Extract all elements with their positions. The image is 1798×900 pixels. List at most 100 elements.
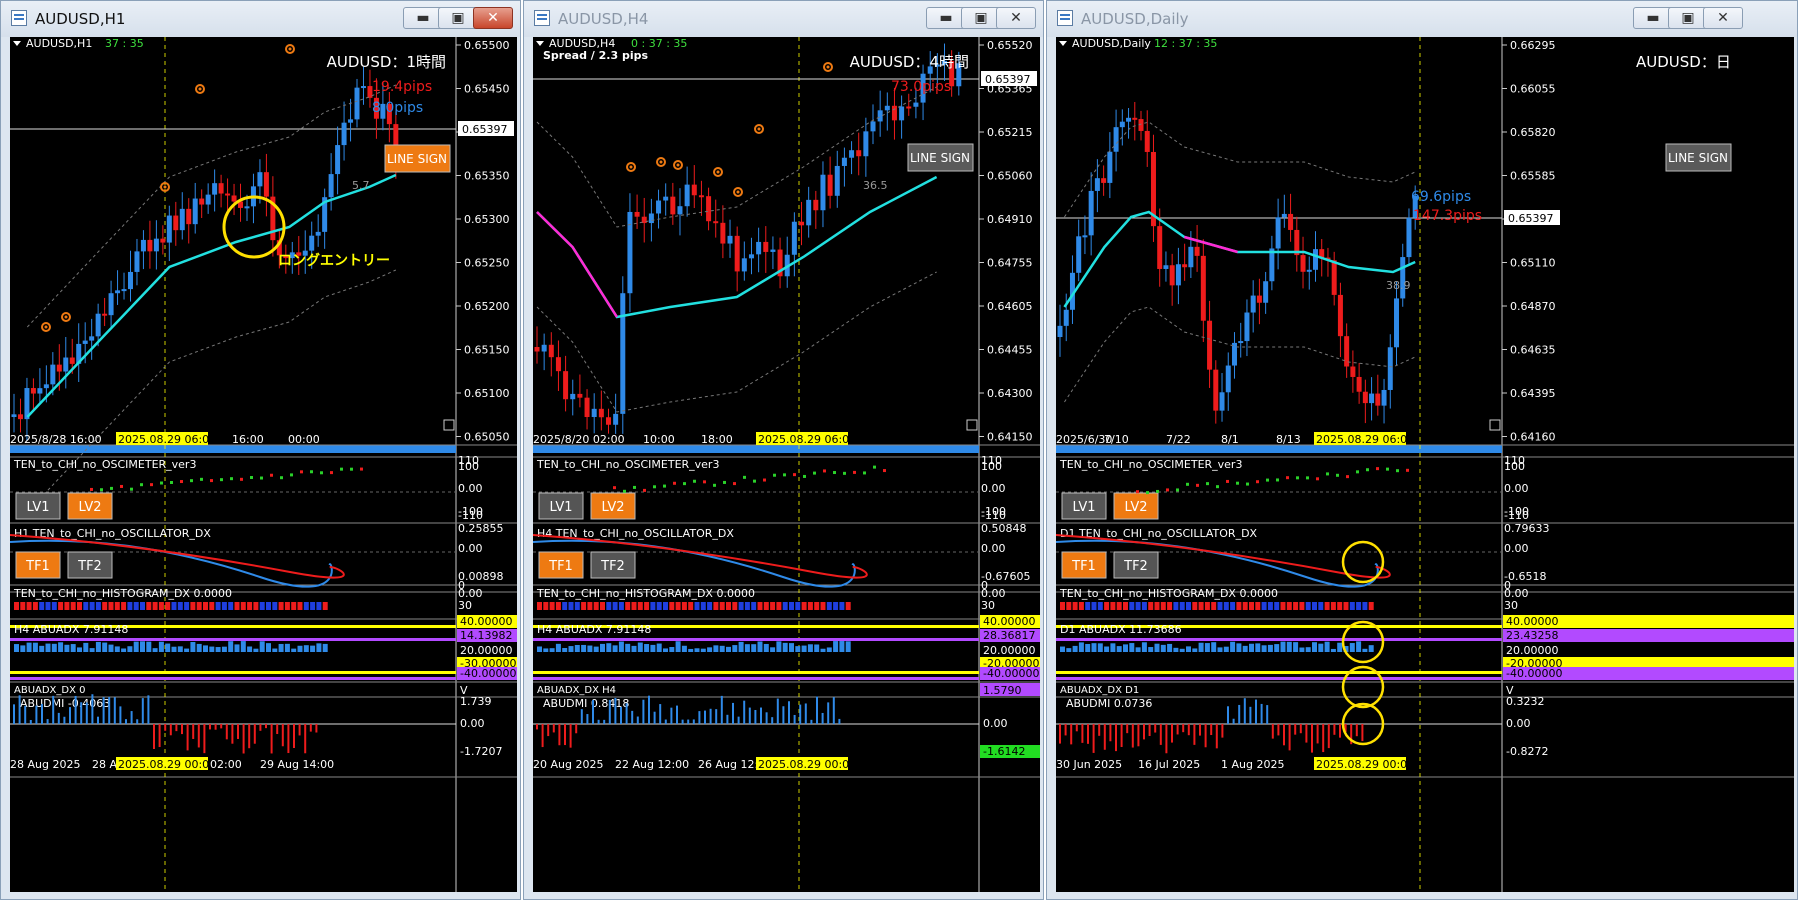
adx-bar: [555, 643, 561, 652]
adx-bar: [1116, 646, 1122, 652]
chart-menu-triangle-icon[interactable]: [13, 41, 21, 46]
maximize-button[interactable]: ▣: [961, 7, 1001, 29]
adx-bar: [1160, 644, 1166, 652]
pips-red-label: 19.4pips: [372, 79, 432, 95]
candle-body: [648, 213, 654, 224]
price-tick-label: 0.64870: [1510, 300, 1556, 313]
chart-area[interactable]: 0.662950.660550.658200.655850.653450.651…: [1056, 37, 1794, 892]
minimize-button[interactable]: ▬: [926, 7, 966, 29]
window-titlebar[interactable]: AUDUSD,Daily ▬ ▣ ✕: [1047, 1, 1797, 37]
candle-body: [791, 221, 797, 255]
window-titlebar[interactable]: AUDUSD,H1 ▬ ▣ ✕: [1, 1, 520, 37]
histogram-bar: [631, 602, 637, 610]
adx-bar: [1267, 644, 1273, 652]
oscimeter-dot: [1136, 490, 1139, 494]
histogram-bar: [757, 602, 763, 610]
candle-body: [827, 174, 833, 196]
indicator-level-label: 0.79633: [1504, 522, 1550, 535]
chart-shift-icon[interactable]: [1489, 419, 1501, 431]
minimize-button[interactable]: ▬: [1633, 7, 1673, 29]
histogram-bar: [770, 602, 776, 610]
chart-canvas[interactable]: 0.655200.653650.652150.650600.649100.647…: [533, 37, 1040, 892]
adx-bar: [83, 642, 89, 652]
chart-area[interactable]: 0.655000.654500.654000.653500.653000.652…: [10, 37, 517, 892]
moving-average-line-pink: [536, 211, 618, 318]
histogram-bar: [1160, 602, 1166, 610]
candle-body: [756, 241, 762, 255]
candle-body: [115, 290, 121, 294]
histogram-bar: [568, 602, 574, 610]
chart-shift-icon[interactable]: [966, 419, 978, 431]
indicator-level-label: 1.739: [460, 695, 492, 708]
indicator-level-label: 0.00: [983, 717, 1008, 730]
oscimeter-dot: [643, 488, 646, 492]
histogram-bar: [1123, 602, 1128, 610]
window-titlebar[interactable]: AUDUSD,H4 ▬ ▣ ✕: [524, 1, 1043, 37]
indicator-name: D1 ABUADX 11.73686: [1060, 623, 1182, 636]
chart-canvas[interactable]: 0.655000.654500.654000.653500.653000.652…: [10, 37, 517, 892]
chart-menu-triangle-icon[interactable]: [536, 41, 544, 46]
histogram-bar: [1305, 602, 1311, 610]
candle-body: [591, 408, 597, 418]
price-tick-label: 0.64605: [987, 300, 1033, 313]
candle-body: [63, 357, 69, 372]
histogram-bar: [247, 602, 253, 610]
adx-bar: [713, 645, 719, 652]
indicator-name: H4 ABUADX 7.91148: [14, 623, 128, 636]
adx-bar: [688, 648, 694, 652]
minimize-button[interactable]: ▬: [403, 7, 443, 29]
chart-window-h1[interactable]: AUDUSD,H1 ▬ ▣ ✕ 0.655000.654500.654000.6…: [0, 0, 521, 900]
indicator-name: ABUDMI -0.4063: [20, 697, 110, 710]
adx-bar: [568, 646, 574, 652]
candle-body: [555, 357, 561, 372]
close-button[interactable]: ✕: [996, 7, 1036, 29]
chart-menu-triangle-icon[interactable]: [1059, 41, 1067, 46]
minimize-icon: ▬: [1646, 10, 1660, 26]
candle-body: [1250, 295, 1256, 313]
price-tick-label: 0.65450: [464, 83, 510, 96]
oscimeter-dot: [190, 479, 193, 483]
adx-bar: [39, 645, 45, 652]
candle-body: [770, 249, 776, 252]
oscimeter-dot: [90, 487, 93, 491]
histogram-bar: [700, 602, 706, 610]
close-button[interactable]: ✕: [473, 7, 513, 29]
adx-bar: [574, 644, 580, 652]
candle-body: [706, 196, 712, 222]
histogram-bar: [738, 602, 744, 610]
adx-bar: [1362, 648, 1368, 652]
candle-body: [160, 238, 166, 243]
level-button-label: LV2: [1125, 500, 1148, 515]
oscimeter-dot: [1186, 482, 1189, 486]
maximize-button[interactable]: ▣: [1668, 7, 1708, 29]
indicator-level-label: -110: [458, 509, 483, 522]
adx-bar: [600, 643, 605, 652]
candle-body: [656, 200, 662, 214]
candle-body: [257, 172, 263, 187]
adx-bar: [669, 647, 675, 652]
candle-body: [913, 102, 919, 107]
close-button[interactable]: ✕: [1703, 7, 1743, 29]
candle-body: [677, 206, 683, 215]
indicator-level-label: 40.00000: [983, 615, 1036, 628]
chart-window-h4[interactable]: AUDUSD,H4 ▬ ▣ ✕ 0.65520 0.65365 0.65215 0.6…: [523, 0, 1044, 900]
candle-body: [1269, 248, 1275, 282]
chart-canvas[interactable]: 0.662950.660550.658200.655850.653450.651…: [1056, 37, 1794, 892]
candle-body: [1076, 236, 1082, 273]
maximize-button[interactable]: ▣: [438, 7, 478, 29]
oscimeter-dot: [1176, 488, 1179, 492]
histogram-bar: [1085, 602, 1091, 610]
candle-body: [698, 195, 704, 198]
adx-bar: [606, 643, 612, 652]
candle-body: [1213, 369, 1219, 411]
adx-bar: [770, 647, 776, 652]
candle-body: [225, 193, 231, 196]
current-price-label: 0.65397: [985, 73, 1031, 86]
oscimeter-dot: [150, 483, 153, 487]
chart-window-daily[interactable]: AUDUSD,Daily ▬ ▣ ✕ 0.66295 0.66055 0.65820…: [1046, 0, 1798, 900]
chart-area[interactable]: 0.65520 0.65365 0.65215 0.65060 0.64910 0.647…: [533, 37, 1040, 892]
chart-shift-icon[interactable]: [443, 419, 455, 431]
candle-body: [1088, 190, 1094, 236]
oscimeter-dot: [1206, 482, 1209, 486]
histogram-bar: [51, 602, 57, 610]
